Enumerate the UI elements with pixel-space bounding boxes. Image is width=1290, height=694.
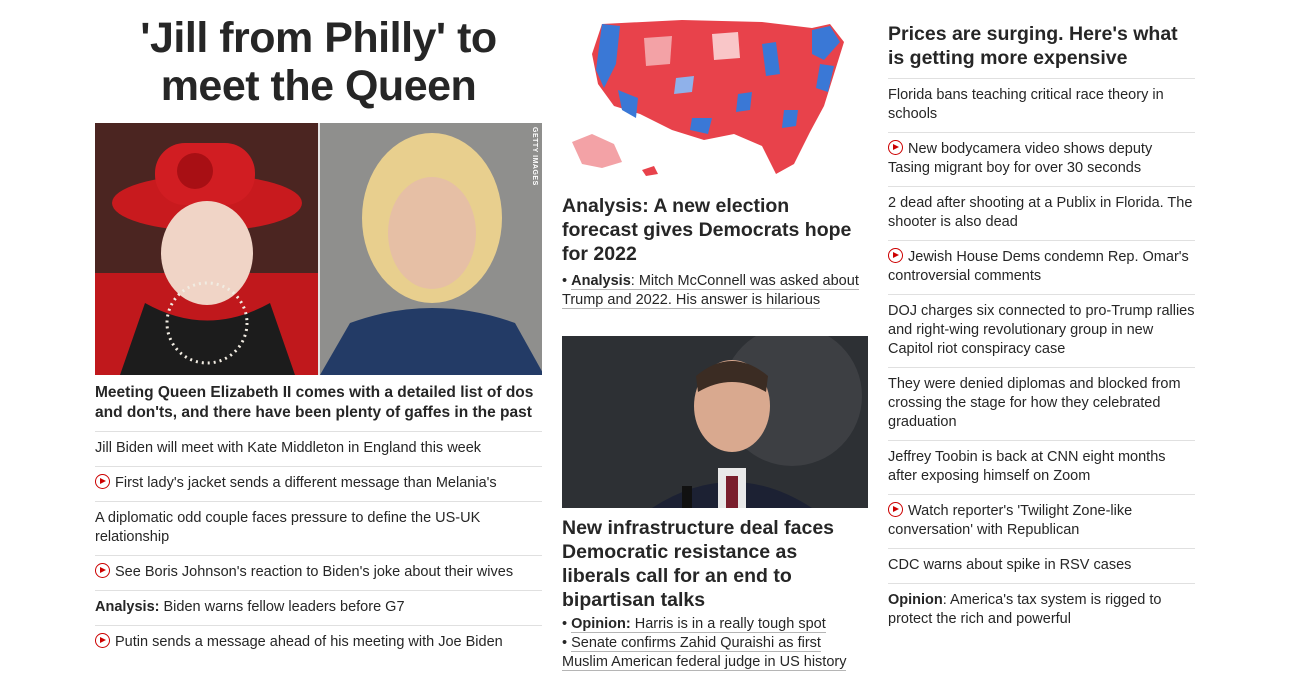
headline-text: Watch reporter's 'Twilight Zone-like con… (888, 503, 1133, 538)
sub-link-text: Harris is in a really tough spot (630, 616, 826, 632)
headline-list-item[interactable]: DOJ charges six connected to pro-Trump r… (888, 295, 1195, 368)
headline-text: CDC warns about spike in RSV cases (888, 557, 1132, 573)
headline-text: Florida bans teaching critical race theo… (888, 87, 1164, 122)
headline-text: Putin sends a message ahead of his meeti… (115, 634, 503, 650)
headline-list-item[interactable]: Opinion: America's tax system is rigged … (888, 584, 1195, 637)
headline-list-item[interactable]: 2 dead after shooting at a Publix in Flo… (888, 187, 1195, 241)
image-credit: GETTY IMAGES (531, 127, 538, 186)
play-video-icon (888, 502, 903, 517)
mcconnell-analysis-link[interactable]: • Analysis: Mitch McConnell was asked ab… (562, 272, 868, 310)
headline-text: Jill Biden will meet with Kate Middleton… (95, 440, 482, 456)
left-headline-list: Jill Biden will meet with Kate Middleton… (95, 432, 542, 660)
headline-text: DOJ charges six connected to pro-Trump r… (888, 303, 1195, 357)
headline-list-item[interactable]: Watch reporter's 'Twilight Zone-like con… (888, 495, 1195, 549)
headline-text: 2 dead after shooting at a Publix in Flo… (888, 195, 1193, 230)
headline-text: Jewish House Dems condemn Rep. Omar's co… (888, 249, 1189, 284)
sub-link-prefix: Opinion: (571, 616, 631, 632)
headline-text: First lady's jacket sends a different me… (115, 475, 497, 491)
right-column: Prices are surging. Here's what is getti… (888, 0, 1195, 637)
analysis-prefix: Analysis (571, 273, 631, 289)
election-forecast-headline-link[interactable]: Analysis: A new election forecast gives … (562, 194, 868, 266)
headline-list-item[interactable]: Jewish House Dems condemn Rep. Omar's co… (888, 241, 1195, 295)
left-column: 'Jill from Philly' to meet the Queen GET (95, 0, 542, 660)
jill-biden-photo: GETTY IMAGES (318, 123, 542, 375)
blumenthal-photo[interactable] (562, 336, 868, 508)
bullet: • (562, 635, 572, 651)
headline-list-item[interactable]: A diplomatic odd couple faces pressure t… (95, 502, 542, 556)
infrastructure-headline-link[interactable]: New infrastructure deal faces Democratic… (562, 516, 868, 612)
headline-list-item[interactable]: First lady's jacket sends a different me… (95, 467, 542, 502)
election-map-image[interactable] (562, 14, 868, 184)
hero-headline-link[interactable]: 'Jill from Philly' to meet the Queen (95, 14, 542, 110)
middle-column: Analysis: A new election forecast gives … (562, 0, 868, 672)
infrastructure-sub-links: • Opinion: Harris is in a really tough s… (562, 615, 868, 672)
lead-summary-link[interactable]: Meeting Queen Elizabeth II comes with a … (95, 383, 542, 432)
prices-headline-link[interactable]: Prices are surging. Here's what is getti… (888, 22, 1195, 79)
play-video-icon (95, 633, 110, 648)
play-video-icon (888, 140, 903, 155)
headline-text: Jeffrey Toobin is back at CNN eight mont… (888, 449, 1166, 484)
headline-list-item[interactable]: See Boris Johnson's reaction to Biden's … (95, 556, 542, 591)
headline-list-item[interactable]: Putin sends a message ahead of his meeti… (95, 626, 542, 660)
queen-photo (95, 123, 318, 375)
right-headline-list: Florida bans teaching critical race theo… (888, 79, 1195, 637)
headline-list-item[interactable]: New bodycamera video shows deputy Tasing… (888, 133, 1195, 187)
headline-text: Biden warns fellow leaders before G7 (159, 599, 405, 615)
headline-text: See Boris Johnson's reaction to Biden's … (115, 564, 514, 580)
headline-prefix: Analysis: (95, 599, 160, 615)
headline-text: A diplomatic odd couple faces pressure t… (95, 510, 481, 545)
headline-list-item[interactable]: Analysis: Biden warns fellow leaders bef… (95, 591, 542, 626)
infrastructure-sub-link[interactable]: • Senate confirms Zahid Quraishi as firs… (562, 634, 868, 672)
headline-list-item[interactable]: Florida bans teaching critical race theo… (888, 79, 1195, 133)
headline-text: They were denied diplomas and blocked fr… (888, 376, 1181, 430)
sub-link-text: Senate confirms Zahid Quraishi as first … (562, 635, 847, 670)
play-video-icon (888, 248, 903, 263)
bullet: • (562, 273, 568, 289)
play-video-icon (95, 563, 110, 578)
headline-list-item[interactable]: Jill Biden will meet with Kate Middleton… (95, 432, 542, 467)
headline-list-item[interactable]: They were denied diplomas and blocked fr… (888, 368, 1195, 441)
infrastructure-sub-link[interactable]: • Opinion: Harris is in a really tough s… (562, 615, 868, 634)
hero-image[interactable]: GETTY IMAGES (95, 123, 542, 375)
headline-text: New bodycamera video shows deputy Tasing… (888, 141, 1153, 176)
headline-list-item[interactable]: CDC warns about spike in RSV cases (888, 549, 1195, 584)
headline-list-item[interactable]: Jeffrey Toobin is back at CNN eight mont… (888, 441, 1195, 495)
headline-prefix: Opinion (888, 592, 943, 608)
bullet: • (562, 616, 572, 632)
play-video-icon (95, 474, 110, 489)
